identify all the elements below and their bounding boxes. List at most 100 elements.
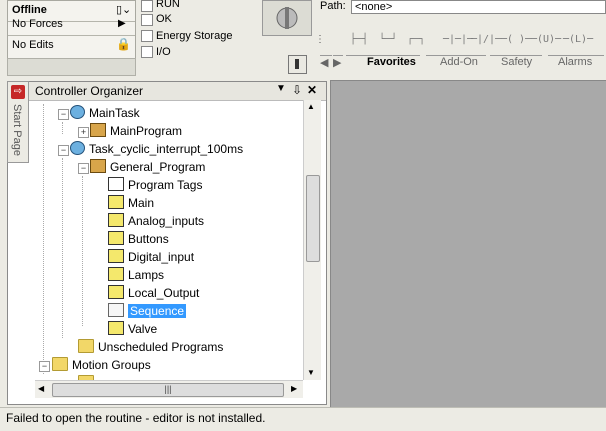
start-page-icon[interactable]: ⇨ [11,85,25,99]
expand-mainprogram-icon[interactable]: + [78,127,89,138]
collapse-task-icon[interactable]: − [58,145,69,156]
scroll-up-icon[interactable]: ▲ [307,102,315,111]
tree-item-main[interactable]: Main [108,195,154,212]
horizontal-scroll-thumb[interactable]: ||| [52,383,284,397]
lock-icon[interactable]: 🔒 [116,37,131,51]
sfc-routine-icon [108,303,124,317]
ladder-routine-icon [108,231,124,245]
tree-item-task-cyclic-interrupt[interactable]: Task_cyclic_interrupt_100ms [70,141,243,158]
tree-item-label: Main [128,196,155,210]
ladder-routine-icon [108,249,124,263]
program-icon [90,123,106,137]
start-page-sidebar[interactable]: ⇨ Start Page [7,81,29,163]
tree-item-sequence[interactable]: Sequence [108,303,187,320]
task-icon [70,105,85,119]
start-page-tab[interactable]: Start Page [11,104,23,156]
ladder-routine-icon [108,285,124,299]
organizer-horizontal-scrollbar[interactable]: ◀ ||| ▶ [35,380,303,398]
forces-status: No Forces [12,18,63,30]
tree-item-program-tags[interactable]: Program Tags [108,177,202,194]
tab-add-on[interactable]: Add-On [426,55,486,71]
otl-button[interactable]: ─(L)─ [563,34,593,45]
ote-button[interactable]: ─( )─ [501,34,531,45]
tree-item-analog-inputs[interactable]: Analog_inputs [108,213,204,230]
tree-item-local-output[interactable]: Local_Output [108,285,199,302]
tree-item-unscheduled-programs[interactable]: Unscheduled Programs [78,339,223,356]
ladder-routine-icon [108,321,124,335]
edits-row[interactable]: No Edits 🔒 [8,36,135,56]
scroll-left-icon[interactable]: ◀ [38,384,44,393]
folder-icon [78,339,94,353]
run-indicator [141,0,153,12]
periodic-task-icon [70,141,85,155]
program-icon [90,159,106,173]
controller-status-panel: Offline ▯⌄ No Forces ▶ No Edits 🔒 [7,0,136,60]
scroll-down-icon[interactable]: ▼ [307,368,315,377]
collapse-general-program-icon[interactable]: − [78,163,89,174]
branch-button[interactable]: └─┘ [379,34,397,45]
organizer-header: Controller Organizer ▼ ⇩ ✕ [8,82,326,101]
status-bar: Failed to open the routine - editor is n… [0,407,606,431]
vertical-scroll-thumb[interactable] [306,175,320,262]
status-message: Failed to open the routine - editor is n… [6,411,266,425]
tab-alarms[interactable]: Alarms [548,55,604,71]
ladder-routine-icon [108,213,124,227]
tree-item-lamps[interactable]: Lamps [108,267,164,284]
tree-item-motion-groups[interactable]: Motion Groups [52,357,151,374]
tab-safety[interactable]: Safety [490,55,542,71]
io-indicator [141,46,153,58]
tree-item-label: Unscheduled Programs [98,340,224,354]
tab-scroll-right-icon[interactable]: ▶ [333,55,343,72]
editor-workspace [330,80,606,408]
tab-scroll-left-icon[interactable]: ◀ [320,55,332,72]
panel-menu-icon[interactable]: ▼ [276,83,286,94]
tree-item-mainprogram[interactable]: MainProgram [90,123,182,140]
tab-favorites[interactable]: Favorites [346,55,420,71]
path-field[interactable]: <none> [351,0,606,14]
tree-item-valve[interactable]: Valve [108,321,157,338]
tree-guide-line [43,104,44,374]
controller-organizer-panel: Controller Organizer ▼ ⇩ ✕ − + − − − Mai… [7,81,327,405]
tree-item-label: MainProgram [110,124,183,138]
tree-guide-line [62,122,63,134]
close-icon[interactable]: ✕ [307,83,317,97]
tree-item-label: Local_Output [128,286,200,300]
io-label: I/O [156,46,171,58]
xic-button[interactable]: ─|─|─ [443,34,473,45]
tree-item-digital-input[interactable]: Digital_input [108,249,194,266]
tree-item-maintask[interactable]: MainTask [70,105,140,122]
tree-item-label: General_Program [110,160,206,174]
tree-item-label-selected: Sequence [128,304,187,318]
tree-item-label: Buttons [128,232,169,246]
tree-guide-line [62,158,63,338]
organizer-title: Controller Organizer [35,84,144,98]
forces-row[interactable]: No Forces ▶ [8,15,135,36]
tree-item-label: Motion Groups [72,358,151,372]
tree-item-label: Task_cyclic_interrupt_100ms [89,142,244,156]
ok-label: OK [156,13,172,25]
tree-item-label: Lamps [128,268,165,282]
ok-indicator [141,14,153,26]
branch-level-button[interactable]: ┌─┐ [407,34,425,45]
tree-item-label: Program Tags [128,178,203,192]
collapse-maintask-icon[interactable]: − [58,109,69,120]
tree-item-label: Digital_input [128,250,195,264]
tree-item-label: Analog_inputs [128,214,205,228]
tree-item-general-program[interactable]: General_Program [90,159,205,176]
scroll-right-icon[interactable]: ▶ [291,384,297,393]
main-routine-icon [108,195,124,209]
rung-button[interactable]: ├─┤ [350,34,368,45]
ladder-instruction-toolbar: ⋮ ├─┤ └─┘ ┌─┐ ─|─|─ ─|/|─ ─( )─ ─(U)─ ─(… [315,30,606,52]
collapse-motion-groups-icon[interactable]: − [39,361,50,372]
controller-properties-button[interactable] [288,55,307,74]
tree-item-label: Valve [128,322,158,336]
tree-guide-line [82,176,83,326]
otu-button[interactable]: ─(U)─ [531,34,561,45]
forces-arrow-icon[interactable]: ▶ [118,18,126,29]
tree-item-buttons[interactable]: Buttons [108,231,169,248]
pin-icon[interactable]: ⇩ [292,83,302,97]
xio-button[interactable]: ─|/|─ [471,34,501,45]
edits-status: No Edits [12,39,54,51]
organizer-vertical-scrollbar[interactable]: ▲ ▼ [303,100,321,380]
run-label: RUN [156,0,180,10]
